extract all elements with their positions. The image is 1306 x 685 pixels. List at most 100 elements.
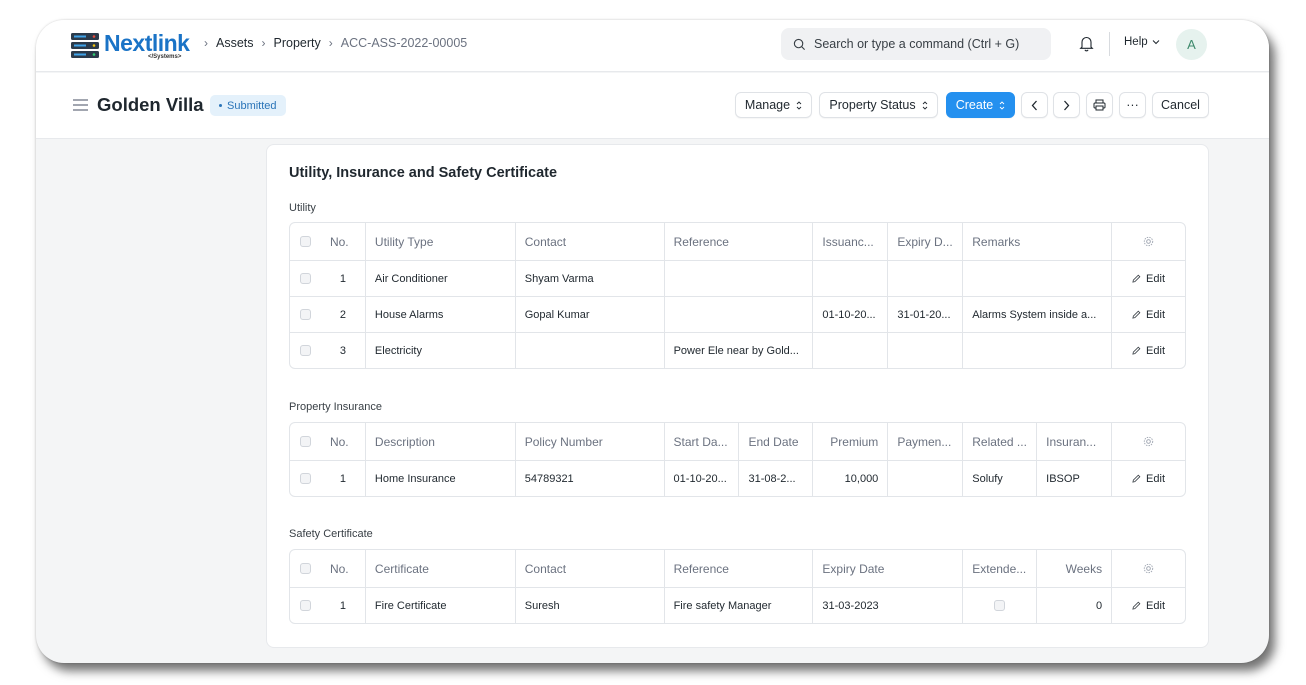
remarks-cell[interactable] [962, 261, 1111, 296]
edit-link[interactable]: Edit [1132, 473, 1165, 485]
contact-cell[interactable]: Gopal Kumar [514, 297, 664, 332]
row-checkbox-cell[interactable] [290, 297, 321, 332]
column-header: Expiry D... [887, 223, 962, 260]
checkbox[interactable] [299, 436, 311, 447]
expiry-cell[interactable] [887, 261, 962, 296]
notifications-button[interactable] [1079, 35, 1094, 57]
breadcrumb-current[interactable]: ACC-ASS-2022-00005 [341, 36, 467, 50]
utility-type-cell[interactable]: Air Conditioner [364, 261, 515, 296]
table-row[interactable]: 1 Home Insurance 54789321 01-10-20... 31… [290, 460, 1185, 496]
row-checkbox-cell[interactable] [290, 333, 321, 368]
contact-cell[interactable]: Shyam Varma [514, 261, 664, 296]
sort-icon [922, 100, 927, 110]
edit-row-button[interactable]: Edit [1111, 588, 1185, 623]
page-title: Golden Villa [97, 94, 204, 115]
property-status-button[interactable]: Property Status [819, 92, 938, 118]
reference-cell[interactable] [663, 297, 813, 332]
remarks-cell[interactable] [962, 333, 1111, 368]
pencil-icon [1132, 274, 1141, 283]
column-settings[interactable] [1111, 223, 1185, 260]
column-header: Remarks [962, 223, 1111, 260]
policy-number-cell[interactable]: 54789321 [514, 461, 664, 496]
checkbox[interactable] [299, 473, 311, 484]
column-header: Premium [812, 423, 887, 460]
hamburger-icon [73, 99, 88, 111]
contact-cell[interactable] [514, 333, 664, 368]
avatar[interactable]: A [1176, 29, 1207, 60]
breadcrumb-assets[interactable]: Assets [216, 36, 254, 50]
safety-label: Safety Certificate [289, 528, 373, 540]
checkbox[interactable] [299, 345, 311, 356]
column-header: Start Da... [663, 423, 739, 460]
edit-link[interactable]: Edit [1132, 345, 1165, 357]
insurance-table: No. Description Policy Number Start Da..… [289, 422, 1186, 497]
column-settings[interactable] [1111, 550, 1185, 587]
reference-cell[interactable] [663, 261, 813, 296]
sidebar-toggle[interactable] [73, 98, 88, 116]
sort-icon [999, 100, 1005, 110]
row-checkbox-cell[interactable] [290, 461, 321, 496]
insurer-cell[interactable]: IBSOP [1036, 461, 1111, 496]
weeks-cell[interactable]: 0 [1036, 588, 1111, 623]
checkbox[interactable] [299, 563, 311, 574]
next-doc-button[interactable] [1053, 92, 1080, 118]
remarks-cell[interactable]: Alarms System inside a... [962, 297, 1111, 332]
select-all-checkbox[interactable] [290, 223, 321, 260]
extended-checkbox[interactable] [994, 600, 1006, 611]
extended-checkbox-cell[interactable] [962, 588, 1036, 623]
create-button[interactable]: Create [946, 92, 1015, 118]
contact-cell[interactable]: Suresh [514, 588, 664, 623]
row-checkbox-cell[interactable] [290, 588, 321, 623]
description-cell[interactable]: Home Insurance [364, 461, 515, 496]
payment-cell[interactable] [887, 461, 962, 496]
edit-row-button[interactable]: Edit [1111, 461, 1185, 496]
issuance-cell[interactable] [812, 261, 887, 296]
select-all-checkbox[interactable] [290, 550, 321, 587]
edit-link[interactable]: Edit [1132, 600, 1165, 612]
checkbox[interactable] [299, 273, 311, 284]
edit-link[interactable]: Edit [1132, 273, 1165, 285]
start-date-cell[interactable]: 01-10-20... [663, 461, 739, 496]
premium-cell[interactable]: 10,000 [812, 461, 887, 496]
checkbox[interactable] [299, 236, 311, 247]
checkbox[interactable] [299, 309, 311, 320]
table-row[interactable]: 2 House Alarms Gopal Kumar 01-10-20... 3… [290, 296, 1185, 332]
issuance-cell[interactable] [812, 333, 887, 368]
edit-row-button[interactable]: Edit [1111, 297, 1185, 332]
issuance-cell[interactable]: 01-10-20... [812, 297, 887, 332]
select-all-checkbox[interactable] [290, 423, 321, 460]
reference-cell[interactable]: Power Ele near by Gold... [663, 333, 813, 368]
row-checkbox-cell[interactable] [290, 261, 321, 296]
expiry-date-cell[interactable]: 31-03-2023 [812, 588, 962, 623]
breadcrumb: › Assets › Property › ACC-ASS-2022-00005 [196, 36, 467, 50]
checkbox[interactable] [299, 600, 311, 611]
certificate-cell[interactable]: Fire Certificate [364, 588, 515, 623]
cancel-button[interactable]: Cancel [1152, 92, 1209, 118]
utility-type-cell[interactable]: Electricity [364, 333, 515, 368]
table-row[interactable]: 1 Air Conditioner Shyam Varma Edit [290, 260, 1185, 296]
chevron-right-icon: › [204, 36, 208, 50]
insurance-label: Property Insurance [289, 401, 382, 413]
brand-logo[interactable]: Nextlink </Systems> [70, 30, 192, 62]
breadcrumb-property[interactable]: Property [274, 36, 321, 50]
column-settings[interactable] [1111, 423, 1185, 460]
manage-button[interactable]: Manage [735, 92, 812, 118]
edit-link[interactable]: Edit [1132, 309, 1165, 321]
utility-type-cell[interactable]: House Alarms [364, 297, 515, 332]
reference-cell[interactable]: Fire safety Manager [663, 588, 813, 623]
edit-row-button[interactable]: Edit [1111, 261, 1185, 296]
print-button[interactable] [1086, 92, 1113, 118]
column-header: Weeks [1036, 550, 1111, 587]
expiry-cell[interactable] [887, 333, 962, 368]
previous-doc-button[interactable] [1021, 92, 1048, 118]
table-row[interactable]: 3 Electricity Power Ele near by Gold... … [290, 332, 1185, 368]
table-row[interactable]: 1 Fire Certificate Suresh Fire safety Ma… [290, 587, 1185, 623]
related-cell[interactable]: Solufy [962, 461, 1036, 496]
help-dropdown[interactable]: Help [1124, 36, 1160, 48]
end-date-cell[interactable]: 31-08-2... [738, 461, 812, 496]
sort-icon [796, 100, 802, 110]
search-bar[interactable]: Search or type a command (Ctrl + G) [781, 28, 1051, 60]
edit-row-button[interactable]: Edit [1111, 333, 1185, 368]
expiry-cell[interactable]: 31-01-20... [887, 297, 962, 332]
more-actions-button[interactable]: ··· [1119, 92, 1146, 118]
